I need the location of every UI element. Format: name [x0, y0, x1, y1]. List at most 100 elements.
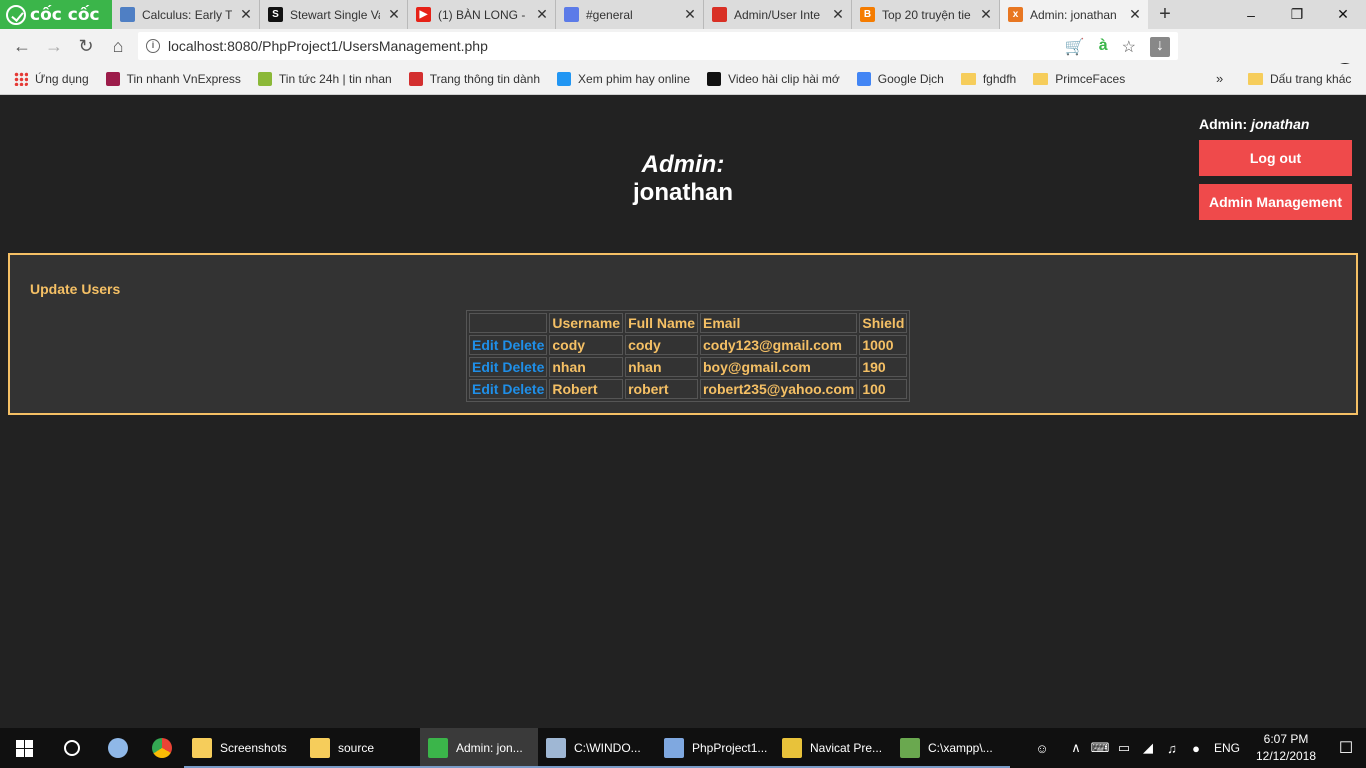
app-icon [546, 738, 566, 758]
cell-fullname: robert [625, 379, 698, 399]
edit-link[interactable]: Edit [472, 337, 498, 353]
start-button[interactable] [0, 728, 48, 768]
browser-tab[interactable]: x Admin: jonathan ✕ [1000, 0, 1148, 29]
browser-tab[interactable]: ▶ (1) BÀN LONG - Y ✕ [408, 0, 556, 29]
keyboard-icon[interactable]: ⌨ [1088, 740, 1112, 756]
tab-favicon-icon: B [860, 7, 875, 22]
bookmark-label: PrimceFaces [1055, 72, 1126, 86]
cortana-search-button[interactable] [48, 728, 96, 768]
row-actions: Edit Delete [469, 335, 548, 355]
edit-link[interactable]: Edit [472, 359, 498, 375]
reload-icon[interactable]: ↻ [70, 31, 102, 63]
minimize-icon[interactable]: – [1228, 0, 1274, 29]
tab-close-icon[interactable]: ✕ [831, 6, 845, 23]
tab-title: Stewart Single Va [290, 7, 380, 22]
taskbar-app[interactable]: Admin: jon... [420, 728, 538, 768]
bookmark-label: Google Dịch [877, 72, 944, 86]
language-indicator[interactable]: ENG [1208, 741, 1246, 755]
bookmark-item[interactable]: Tin nhanh VnExpress [105, 72, 241, 86]
delete-link[interactable]: Delete [502, 381, 544, 397]
url-text[interactable]: localhost:8080/PhpProject1/UsersManageme… [168, 38, 488, 54]
action-center-icon[interactable]: ☐ [1326, 738, 1366, 758]
browser-tab[interactable]: #general ✕ [556, 0, 704, 29]
taskbar-app[interactable]: C:\xampp\... [892, 728, 1010, 768]
bookmark-list: Ứng dụng Tin nhanh VnExpress Tin tức 24h |… [14, 72, 1142, 86]
back-icon[interactable]: ← [6, 31, 38, 63]
pinned-chrome-icon[interactable] [140, 728, 184, 768]
tab-title: Admin: jonathan [1030, 7, 1117, 22]
windows-taskbar: Screenshots source Admin: jon... C:\WINDO..… [0, 728, 1366, 768]
search-circle-icon [64, 740, 80, 756]
cell-shield: 1000 [859, 335, 908, 355]
bookmark-item[interactable]: Google Dịch [856, 72, 944, 86]
browser-tab[interactable]: Calculus: Early Tr ✕ [112, 0, 260, 29]
download-icon[interactable]: ↓ [1150, 37, 1170, 57]
logout-button[interactable]: Log out [1199, 140, 1352, 176]
bookmark-item[interactable]: Ứng dụng [14, 72, 89, 86]
people-icon[interactable]: ☺ [1030, 741, 1054, 756]
show-hidden-icons-chevron-icon[interactable]: ∧ [1064, 740, 1088, 756]
tab-close-icon[interactable]: ✕ [239, 6, 253, 23]
bookmark-label: Tin nhanh VnExpress [126, 72, 241, 86]
home-icon[interactable]: ⌂ [102, 31, 134, 63]
volume-icon[interactable]: ♫ [1160, 741, 1184, 756]
omnibox-actions: 🛒 à ☆ ↓ [1065, 37, 1170, 57]
bookmark-item[interactable]: Video hài clip hài mớ [707, 72, 840, 86]
close-window-icon[interactable]: ✕ [1320, 0, 1366, 29]
taskbar-app[interactable]: PhpProject1... [656, 728, 774, 768]
admin-management-button[interactable]: Admin Management [1199, 184, 1352, 220]
delete-link[interactable]: Delete [502, 337, 544, 353]
app-icon [664, 738, 684, 758]
bookmark-item[interactable]: fghdfh [960, 72, 1016, 86]
apps-grid-icon [14, 72, 28, 86]
tab-title: Top 20 truyện tie [882, 7, 971, 22]
account-label-prefix: Admin: [1199, 116, 1248, 132]
tab-close-icon[interactable]: ✕ [979, 6, 993, 23]
taskbar-app[interactable]: C:\WINDO... [538, 728, 656, 768]
dictionary-icon[interactable]: à [1099, 37, 1108, 57]
tab-close-icon[interactable]: ✕ [535, 6, 549, 23]
delete-link[interactable]: Delete [502, 359, 544, 375]
column-header: Username [549, 313, 624, 333]
taskbar-app[interactable]: Screenshots [184, 728, 302, 768]
wifi-icon[interactable]: ◢ [1136, 740, 1160, 756]
bookmark-star-icon[interactable]: ☆ [1122, 37, 1136, 57]
taskbar-app-label: PhpProject1... [692, 741, 768, 755]
restore-icon[interactable]: ❐ [1274, 0, 1320, 29]
pinned-paint-icon[interactable] [96, 728, 140, 768]
browser-tab[interactable]: B Top 20 truyện tie ✕ [852, 0, 1000, 29]
site-info-icon[interactable]: i [146, 39, 160, 53]
bookmark-item[interactable]: Trang thông tin dành [408, 72, 540, 86]
table-row: Edit Delete cody cody cody123@gmail.com 1000 [469, 335, 908, 355]
shopping-cart-icon[interactable]: 🛒 [1065, 37, 1085, 57]
edit-link[interactable]: Edit [472, 381, 498, 397]
tab-close-icon[interactable]: ✕ [387, 6, 401, 23]
weather-icon[interactable]: ● [1184, 741, 1208, 756]
browser-tab[interactable]: Admin/User Inte ✕ [704, 0, 852, 29]
new-tab-button[interactable]: + [1148, 0, 1182, 29]
browser-tab[interactable]: S Stewart Single Va ✕ [260, 0, 408, 29]
tabs-container: Calculus: Early Tr ✕ S Stewart Single Va ✕ ▶ (… [112, 0, 1148, 29]
bookmark-item[interactable]: PrimceFaces [1033, 72, 1125, 86]
bookmarks-overflow-button[interactable]: » [1216, 71, 1223, 86]
taskbar-app-label: C:\xampp\... [928, 741, 993, 755]
tab-close-icon[interactable]: ✕ [683, 6, 697, 23]
clock[interactable]: 6:07 PM 12/12/2018 [1246, 731, 1326, 765]
coccoc-menu-button[interactable]: cốc cốc [0, 0, 112, 29]
folder-icon [1248, 73, 1263, 85]
other-bookmarks-folder[interactable]: Dấu trang khác [1248, 72, 1351, 86]
bookmark-item[interactable]: Xem phim hay online [557, 72, 690, 86]
tab-close-icon[interactable]: ✕ [1128, 6, 1142, 23]
folder-icon [960, 73, 976, 85]
row-actions: Edit Delete [469, 379, 548, 399]
taskbar-app[interactable]: Navicat Pre... [774, 728, 892, 768]
column-header: Full Name [625, 313, 698, 333]
users-table-body: Edit Delete cody cody cody123@gmail.com 1000… [469, 335, 908, 399]
battery-icon[interactable]: ▭ [1112, 740, 1136, 756]
column-header: Shield [859, 313, 908, 333]
taskbar-app[interactable]: source [302, 728, 420, 768]
tab-strip: cốc cốc Calculus: Early Tr ✕ S Stewart Sing… [0, 0, 1366, 29]
bookmark-item[interactable]: Tin tức 24h | tin nhan [257, 72, 392, 86]
address-bar[interactable]: i localhost:8080/PhpProject1/UsersManage… [138, 32, 1178, 60]
forward-icon[interactable]: → [38, 31, 70, 63]
